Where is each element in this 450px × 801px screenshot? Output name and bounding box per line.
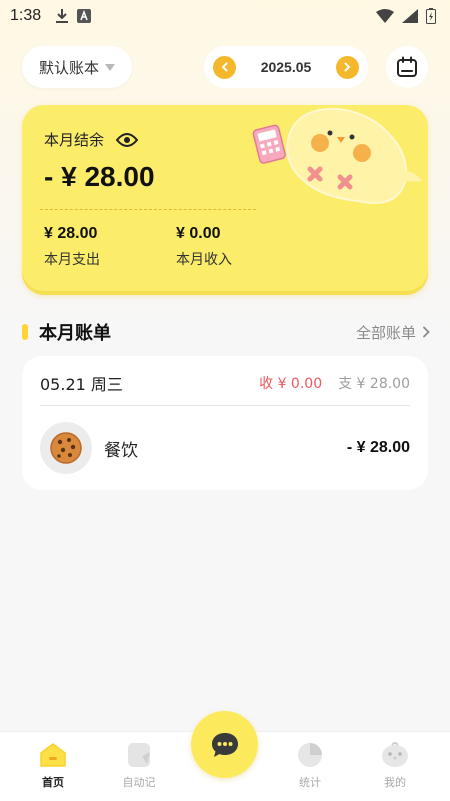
expense-stat: ¥ 28.00 本月支出 <box>44 225 100 269</box>
bill-day-card: 05.21 周三 收 ¥ 0.00 支 ¥ 28.00 餐饮 - ¥ 28.00 <box>22 356 428 490</box>
account-book-label: 默认账本 <box>38 58 99 77</box>
nav-item-home[interactable]: 首页 <box>18 742 88 790</box>
expense-value: ¥ 28.00 <box>44 225 98 242</box>
chat-add-button[interactable] <box>191 711 258 778</box>
bill-day-income: 收 ¥ 0.00 <box>259 376 323 392</box>
signal-icon <box>402 9 418 23</box>
chevron-right-icon <box>344 62 351 72</box>
nav-item-auto[interactable]: 自动记 <box>104 742 174 790</box>
income-value: ¥ 0.00 <box>176 225 221 242</box>
chat-bubble-icon <box>211 732 238 757</box>
chick-mascot-icon <box>252 107 422 204</box>
home-icon <box>40 743 66 767</box>
nav-label-home: 首页 <box>42 776 64 789</box>
bills-section-header: 本月账单 全部账单 <box>22 318 430 346</box>
bill-day-expense: 支 ¥ 28.00 <box>338 376 410 392</box>
balance-label: 本月结余 <box>44 131 105 149</box>
cookie-icon <box>50 432 82 464</box>
prev-month-button[interactable] <box>213 55 236 79</box>
bill-day-date: 05.21 周三 <box>40 375 123 394</box>
month-switcher: 2025.05 <box>204 46 368 88</box>
font-icon <box>77 9 92 23</box>
status-bar: 1:38 <box>0 0 450 32</box>
balance-value: - ¥ 28.00 <box>44 161 155 192</box>
eye-icon[interactable] <box>116 132 139 148</box>
bill-divider <box>40 405 410 406</box>
header: 默认账本 2025.05 <box>0 46 450 88</box>
bill-category-icon <box>40 422 92 474</box>
nav-label-mine: 我的 <box>384 776 406 789</box>
card-divider <box>40 209 256 210</box>
monthly-summary-card: 本月结余 - ¥ 28.00 ¥ 28.00 本月支出 ¥ 0.00 本月收入 <box>22 105 428 295</box>
download-icon <box>56 9 69 23</box>
income-label: 本月收入 <box>176 252 232 268</box>
battery-icon <box>426 8 436 24</box>
calendar-button[interactable] <box>386 46 428 88</box>
calendar-icon <box>397 56 417 77</box>
nav-item-stats[interactable]: 统计 <box>275 742 345 790</box>
next-month-button[interactable] <box>335 55 359 79</box>
nav-label-auto: 自动记 <box>122 776 156 789</box>
all-bills-link[interactable]: 全部账单 <box>356 322 430 343</box>
status-time: 1:38 <box>10 7 42 24</box>
chevron-left-icon <box>221 62 227 72</box>
income-stat: ¥ 0.00 本月收入 <box>176 225 232 269</box>
chevron-right-icon <box>423 326 430 338</box>
account-book-selector[interactable]: 默认账本 <box>22 46 132 88</box>
note-icon <box>128 743 150 767</box>
bill-item-name: 餐饮 <box>104 440 138 461</box>
bill-item[interactable]: 餐饮 - ¥ 28.00 <box>40 422 410 474</box>
nav-label-stats: 统计 <box>299 776 321 789</box>
all-bills-label: 全部账单 <box>355 323 416 342</box>
expense-label: 本月支出 <box>44 252 100 268</box>
pie-chart-icon <box>298 743 322 767</box>
bill-day-header: 05.21 周三 收 ¥ 0.00 支 ¥ 28.00 <box>40 372 410 394</box>
dropdown-arrow-icon <box>105 63 115 71</box>
bird-profile-icon <box>382 742 408 767</box>
nav-item-mine[interactable]: 我的 <box>360 742 430 790</box>
section-accent-bar <box>22 324 28 340</box>
section-title: 本月账单 <box>39 323 111 344</box>
bill-item-amount: - ¥ 28.00 <box>346 439 410 456</box>
current-month[interactable]: 2025.05 <box>261 59 312 75</box>
wifi-icon <box>376 9 394 23</box>
